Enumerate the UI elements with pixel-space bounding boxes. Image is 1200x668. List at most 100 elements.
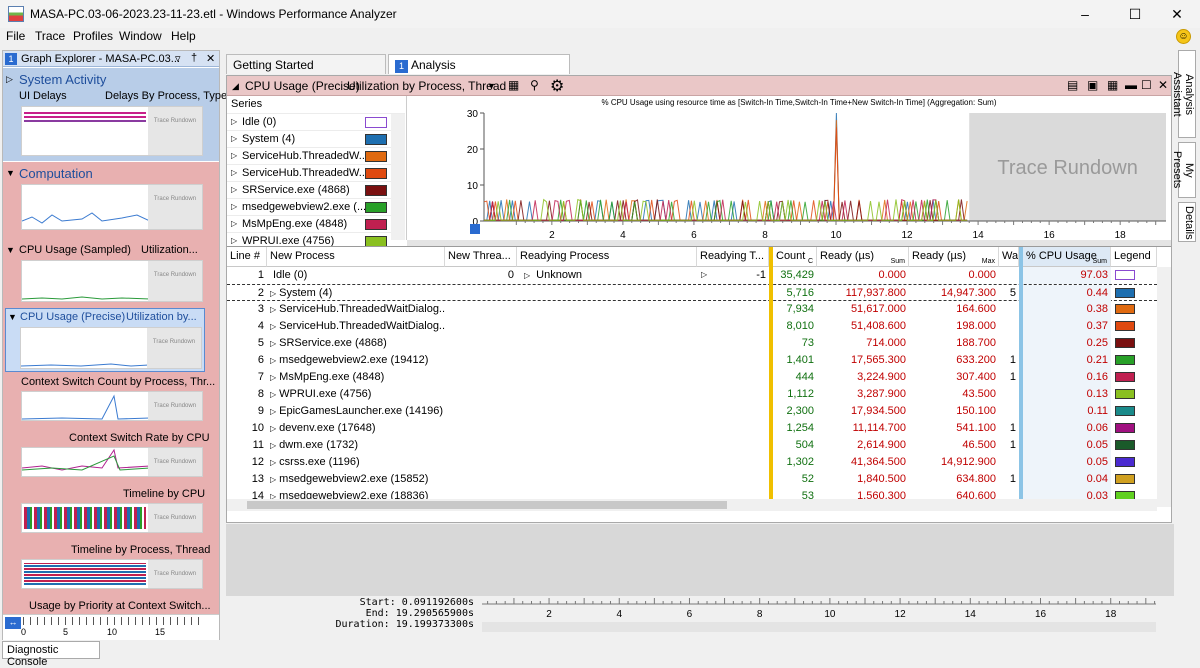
expand-icon[interactable]: ▷ [270, 441, 276, 450]
table-row[interactable]: 1 Idle (0) 0 ▷ Unknown ▷ -1 35,429 0.000 0.000 97.… [227, 267, 1157, 284]
column-header[interactable]: Wai [999, 247, 1019, 267]
diagnostic-console-button[interactable]: Diagnostic Console [2, 641, 100, 668]
dropdown-icon[interactable]: ▿ [175, 52, 181, 65]
maximize-button[interactable]: ☐ [1112, 0, 1158, 28]
series-item[interactable]: ▷ SRService.exe (4868) [227, 182, 405, 199]
timeline-by-process-title[interactable]: Timeline by Process, Thread [71, 544, 210, 556]
expand-icon[interactable]: ▷ [270, 390, 276, 399]
table-row[interactable]: 13 ▷ msedgewebview2.exe (15852) 52 1,840.500… [227, 471, 1157, 488]
expand-icon[interactable]: ▷ [270, 407, 276, 416]
expand-icon[interactable]: ▷ [270, 305, 276, 314]
close-icon[interactable]: ✕ [206, 52, 215, 65]
expand-icon[interactable]: ▼ [6, 245, 15, 255]
series-item[interactable]: ▷ ServiceHub.ThreadedW... [227, 165, 405, 182]
table-row[interactable]: 4 ▷ ServiceHub.ThreadedWaitDialog... 8,010 5… [227, 318, 1157, 335]
usage-by-priority-title[interactable]: Usage by Priority at Context Switch... [29, 600, 211, 612]
tab-getting-started[interactable]: Getting Started [226, 54, 386, 74]
panel-minimize-icon[interactable]: ▬ [1125, 78, 1137, 92]
table-row[interactable]: 3 ▷ ServiceHub.ThreadedWaitDialog... 7,934 5… [227, 301, 1157, 318]
timeline-by-cpu-title[interactable]: Timeline by CPU [123, 488, 205, 500]
gold-bar-divider[interactable] [769, 247, 773, 511]
series-item[interactable]: ▷ ServiceHub.ThreadedW... [227, 148, 405, 165]
system-activity-header[interactable]: System Activity [19, 72, 106, 87]
context-switch-rate-thumbnail[interactable]: Trace Rundown [21, 447, 203, 477]
legend-swatch[interactable] [1115, 321, 1135, 331]
expand-icon[interactable]: ▷ [270, 289, 276, 298]
table-row[interactable]: 9 ▷ EpicGamesLauncher.exe (14196) 2,300 17,9… [227, 403, 1157, 420]
timeline-scrollbar[interactable] [482, 622, 1156, 632]
column-header[interactable]: New Threa... [445, 247, 517, 267]
series-color-swatch[interactable] [365, 134, 387, 145]
legend-swatch[interactable] [1115, 338, 1135, 348]
pin-icon[interactable]: † [191, 52, 197, 64]
fit-range-icon[interactable]: ↔ [5, 617, 21, 629]
expand-icon[interactable]: ▷ [231, 168, 237, 177]
column-header[interactable]: Readying T... [697, 247, 769, 267]
table-row[interactable]: 10 ▷ devenv.exe (17648) 1,254 11,114.700 541.… [227, 420, 1157, 437]
series-color-swatch[interactable] [365, 219, 387, 230]
legend-swatch[interactable] [1115, 423, 1135, 433]
computation-thumbnail[interactable]: Trace Rundown [21, 184, 203, 230]
table-horizontal-scrollbar[interactable] [227, 499, 1157, 511]
table-only-view-icon[interactable]: ▦ [1107, 78, 1118, 92]
context-switch-rate-title[interactable]: Context Switch Rate by CPU [69, 432, 210, 444]
expand-icon[interactable]: ▷ [270, 424, 276, 433]
menu-trace[interactable]: Trace [35, 29, 65, 43]
expand-icon[interactable]: ▷ [231, 134, 237, 143]
graph-table-view-icon[interactable]: ▤ [1067, 78, 1078, 92]
expand-icon[interactable]: ▷ [270, 322, 276, 331]
expand-icon[interactable]: ▷ [270, 339, 276, 348]
column-header[interactable]: Ready (µs) Sum [817, 247, 909, 267]
series-item[interactable]: ▷ msedgewebview2.exe (... [227, 199, 405, 216]
menu-window[interactable]: Window [119, 29, 162, 43]
expand-icon[interactable]: ▷ [231, 236, 237, 245]
menu-file[interactable]: File [6, 29, 25, 43]
chart-type-icon[interactable]: ▦ [508, 78, 519, 92]
series-item[interactable]: ▷ Idle (0) [227, 114, 405, 131]
expand-icon[interactable]: ▷ [270, 475, 276, 484]
column-header[interactable]: % CPU Usage Sum [1023, 247, 1111, 267]
table-row[interactable]: 12 ▷ csrss.exe (1196) 1,302 41,364.500 14,912… [227, 454, 1157, 471]
menu-profiles[interactable]: Profiles [73, 29, 113, 43]
column-header[interactable]: Legend [1111, 247, 1157, 267]
legend-swatch[interactable] [1115, 270, 1135, 280]
column-header[interactable]: Count C [773, 247, 817, 267]
table-row[interactable]: 5 ▷ SRService.exe (4868) 73 714.000 188.700 0.… [227, 335, 1157, 352]
legend-swatch[interactable] [1115, 355, 1135, 365]
blue-bar-divider[interactable] [1019, 247, 1023, 511]
expand-icon[interactable]: ▷ [524, 271, 530, 280]
column-header[interactable]: Line # [227, 247, 267, 267]
legend-swatch[interactable] [1115, 288, 1135, 298]
menu-help[interactable]: Help [171, 29, 196, 43]
series-color-swatch[interactable] [365, 151, 387, 162]
feedback-smiley-icon[interactable]: ☺ [1176, 29, 1191, 44]
expand-icon[interactable]: ▷ [270, 356, 276, 365]
series-color-swatch[interactable] [365, 202, 387, 213]
column-header[interactable]: Readying Process [517, 247, 697, 267]
cpu-sampled-title[interactable]: CPU Usage (Sampled) [19, 244, 131, 256]
legend-swatch[interactable] [1115, 440, 1135, 450]
expand-icon[interactable]: ▷ [231, 219, 237, 228]
panel-close-icon[interactable]: ✕ [1158, 78, 1168, 92]
close-button[interactable]: ✕ [1154, 0, 1200, 28]
timeline-by-cpu-thumbnail[interactable]: Trace Rundown [21, 503, 203, 533]
legend-swatch[interactable] [1115, 304, 1135, 314]
expand-icon[interactable]: ▷ [270, 373, 276, 382]
series-color-swatch[interactable] [365, 117, 387, 128]
expand-icon[interactable]: ▷ [231, 117, 237, 126]
graph-only-view-icon[interactable]: ▣ [1087, 78, 1098, 92]
legend-swatch[interactable] [1115, 372, 1135, 382]
context-switch-count-title[interactable]: Context Switch Count by Process, Thr... [21, 376, 215, 388]
expand-icon[interactable]: ▷ [701, 270, 707, 279]
column-header[interactable]: Ready (µs) Max [909, 247, 999, 267]
tab-analysis[interactable]: 1 Analysis [388, 54, 570, 74]
panel-maximize-icon[interactable]: ☐ [1141, 78, 1152, 92]
series-scrollbar[interactable] [391, 114, 405, 240]
collapse-icon[interactable]: ◢ [232, 81, 239, 92]
gear-icon[interactable]: ⚙ [550, 76, 564, 96]
table-row[interactable]: 8 ▷ WPRUI.exe (4756) 1,112 3,287.900 43.500 0.… [227, 386, 1157, 403]
expand-icon[interactable]: ▷ [231, 151, 237, 160]
series-item[interactable]: ▷ System (4) [227, 131, 405, 148]
computation-header[interactable]: Computation [19, 166, 93, 181]
table-row[interactable]: 11 ▷ dwm.exe (1732) 504 2,614.900 46.500 1 0.05 [227, 437, 1157, 454]
